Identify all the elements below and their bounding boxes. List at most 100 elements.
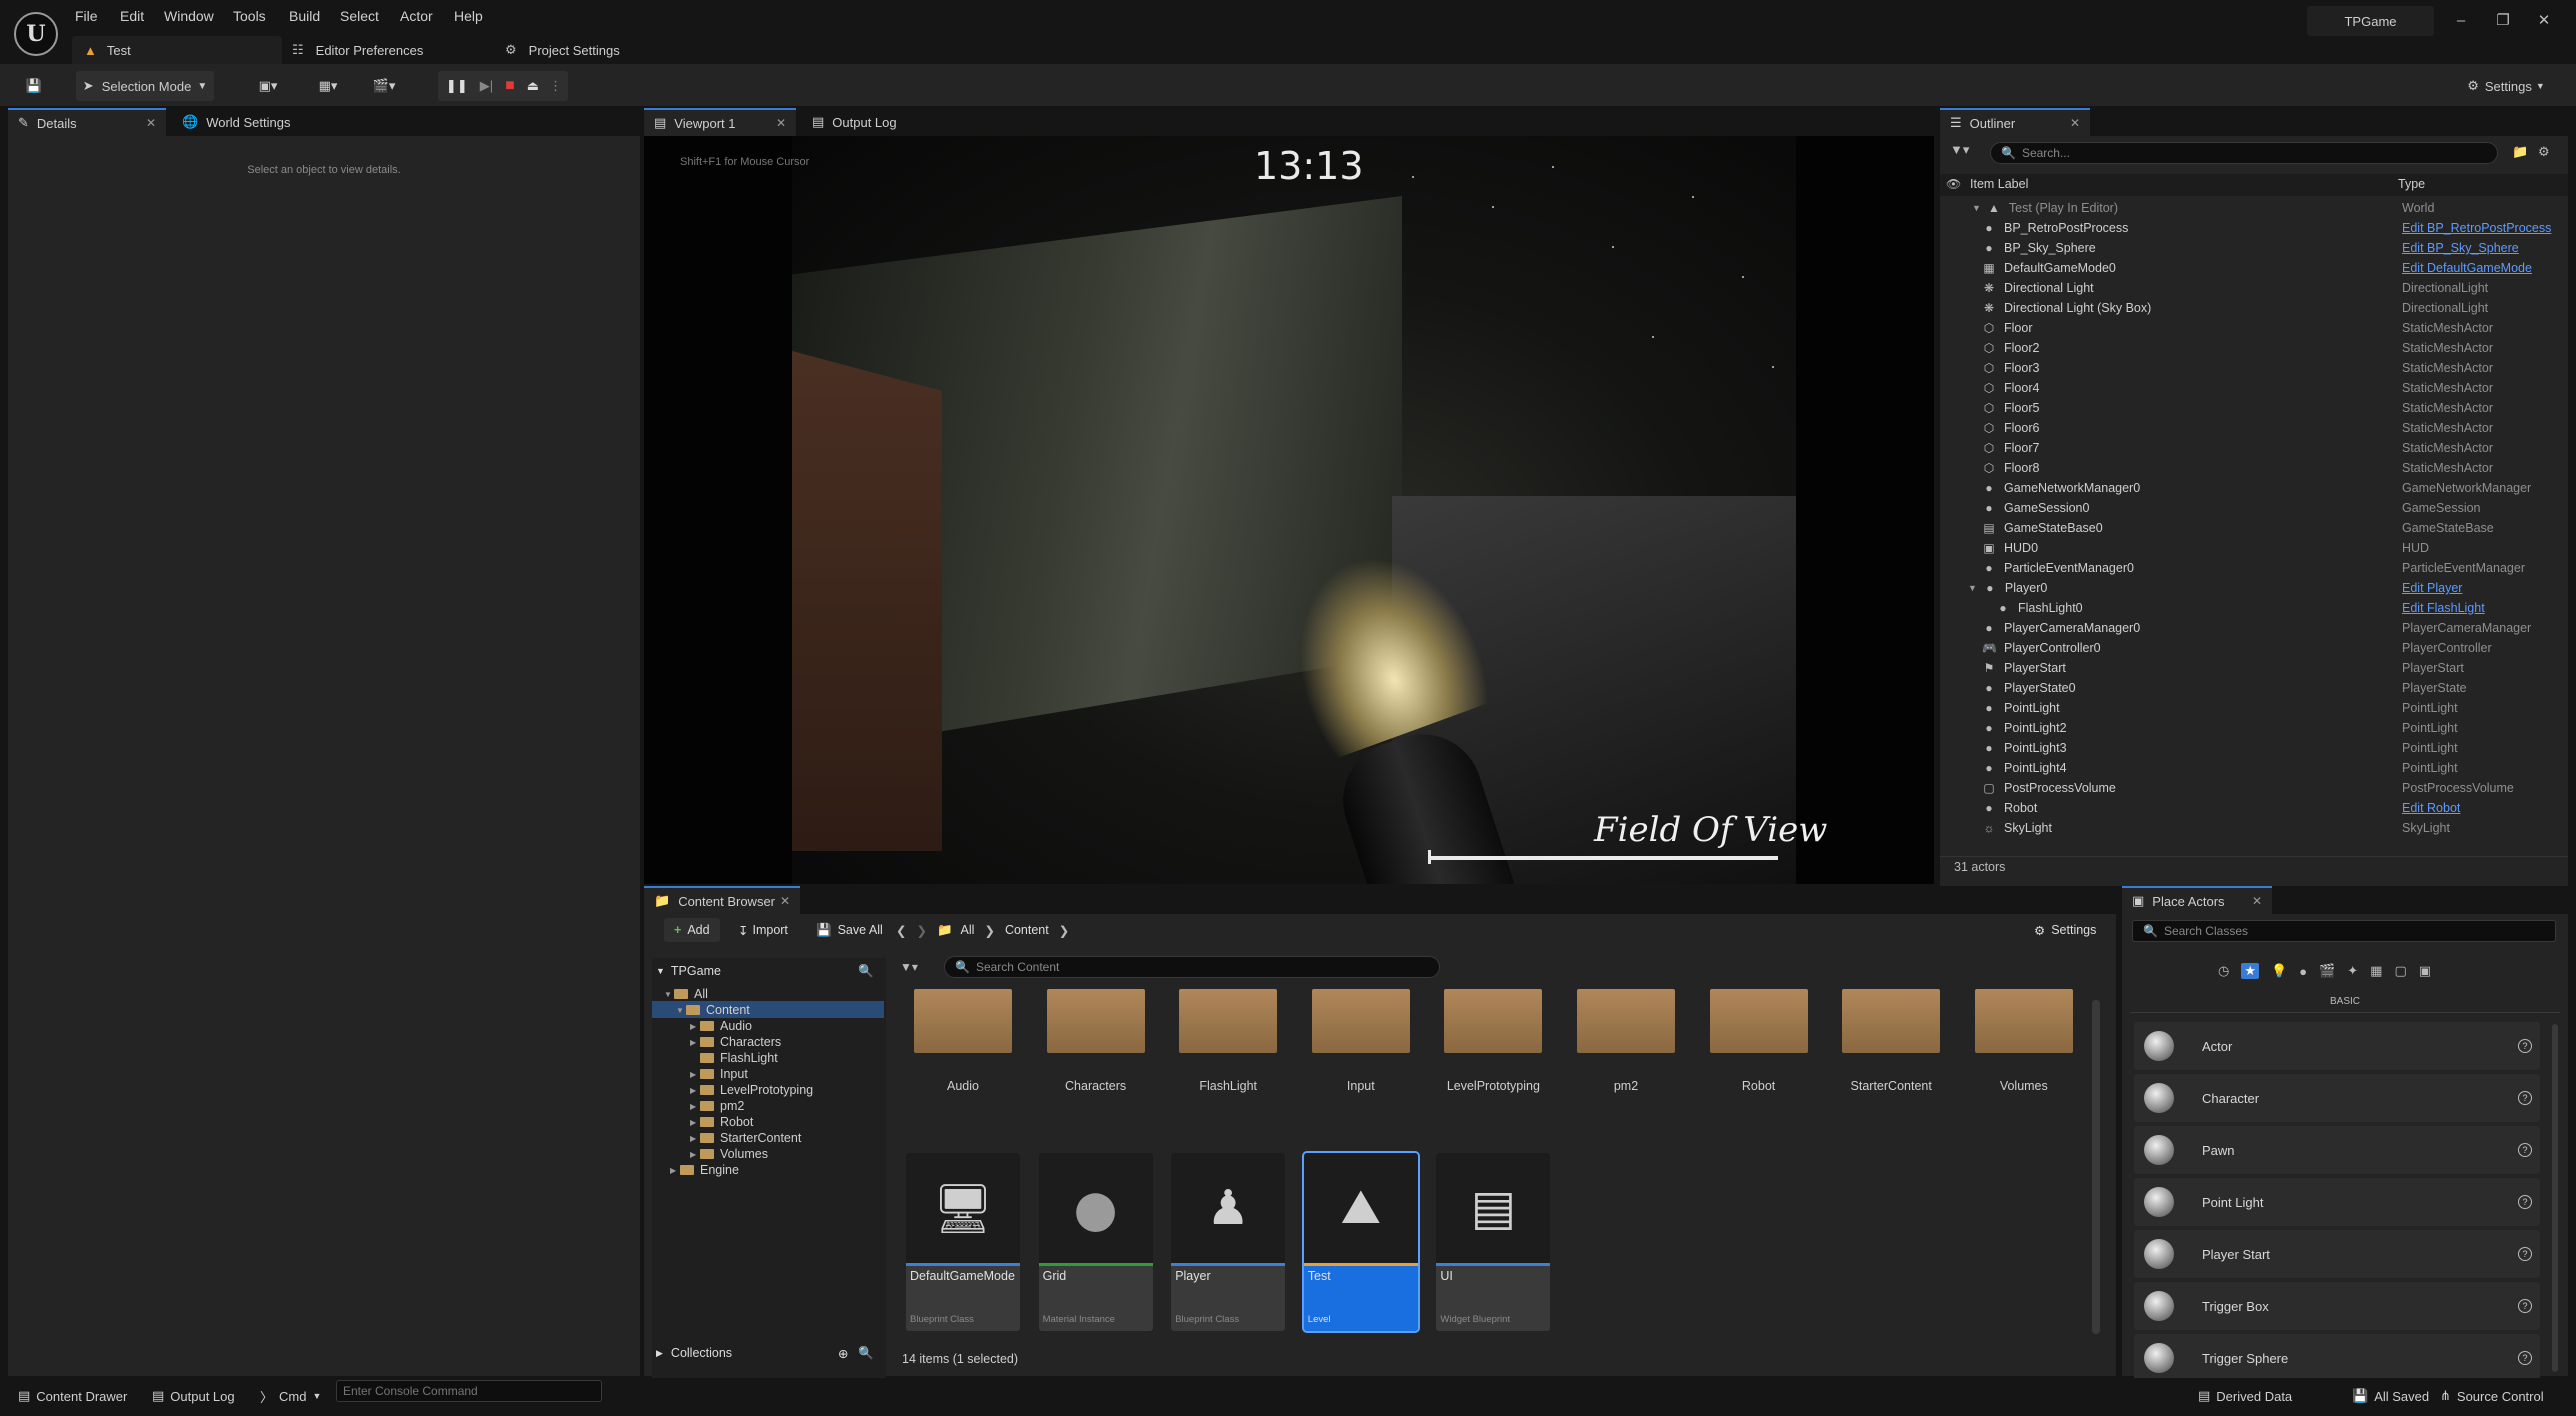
outliner-row[interactable]: ● PointLight4 PointLight bbox=[1948, 758, 2558, 778]
save-icon[interactable]: 💾 bbox=[20, 71, 48, 101]
eject-icon[interactable]: ⏏ bbox=[527, 78, 539, 94]
outliner-row[interactable]: ● PlayerCameraManager0 PlayerCameraManager bbox=[1948, 618, 2558, 638]
outliner-row[interactable]: ⬡ Floor StaticMeshActor bbox=[1948, 318, 2558, 338]
all-saved-button[interactable]: 💾 All Saved bbox=[2352, 1384, 2429, 1408]
outliner-row[interactable]: ⬡ Floor8 StaticMeshActor bbox=[1948, 458, 2558, 478]
menu-file[interactable]: File bbox=[75, 8, 98, 24]
filter-icon[interactable]: ▼▾ bbox=[1950, 142, 1969, 158]
close-tab-icon[interactable]: ✕ bbox=[146, 116, 156, 130]
asset-tile[interactable]: ● Grid Material Instance bbox=[1038, 1153, 1153, 1331]
cinematics-icon[interactable]: 🎬▾ bbox=[362, 71, 406, 101]
breadcrumb-content[interactable]: Content bbox=[1005, 923, 1049, 937]
place-actor-item[interactable]: Trigger Sphere? bbox=[2134, 1334, 2540, 1382]
cmd-dropdown[interactable]: 〉 Cmd ▼ bbox=[260, 1384, 321, 1408]
help-icon[interactable]: ? bbox=[2518, 1195, 2532, 1209]
place-actor-item[interactable]: Character? bbox=[2134, 1074, 2540, 1122]
stop-icon[interactable]: ■ bbox=[505, 77, 515, 95]
sources-root[interactable]: ▼ TPGame 🔍 bbox=[656, 962, 882, 980]
chevron-down-icon[interactable]: ▼ bbox=[1968, 583, 1977, 593]
outliner-row[interactable]: ⬡ Floor7 StaticMeshActor bbox=[1948, 438, 2558, 458]
chevron-icon[interactable]: ▶ bbox=[690, 1118, 700, 1127]
close-tab-icon[interactable]: ✕ bbox=[2070, 116, 2080, 130]
outliner-row[interactable]: ⚑ PlayerStart PlayerStart bbox=[1948, 658, 2558, 678]
outliner-row-type[interactable]: Edit Player bbox=[2402, 581, 2462, 595]
close-tab-icon[interactable]: ✕ bbox=[2252, 894, 2262, 908]
help-icon[interactable]: ? bbox=[2518, 1039, 2532, 1053]
chevron-icon[interactable]: ▶ bbox=[690, 1038, 700, 1047]
selection-mode-dropdown[interactable]: ➤ Selection Mode ▼ bbox=[76, 71, 214, 101]
chevron-icon[interactable]: ▼ bbox=[676, 1006, 686, 1015]
place-actor-item[interactable]: Actor? bbox=[2134, 1022, 2540, 1070]
outliner-row-type[interactable]: Edit BP_RetroPostProcess bbox=[2402, 221, 2551, 235]
tab-editor-preferences[interactable]: ☷ Editor Preferences bbox=[292, 36, 423, 64]
tab-content-browser[interactable]: 📁 Content Browser ✕ bbox=[644, 886, 800, 914]
search-icon[interactable]: 🔍 bbox=[858, 964, 874, 979]
source-control-button[interactable]: ⋔ Source Control bbox=[2440, 1384, 2544, 1408]
outliner-row[interactable]: ☼ SkyLight SkyLight bbox=[1948, 818, 2558, 838]
filter-icon[interactable]: ▼▾ bbox=[900, 960, 918, 974]
menu-window[interactable]: Window bbox=[164, 8, 214, 24]
tab-outliner[interactable]: ☰ Outliner ✕ bbox=[1940, 108, 2090, 136]
outliner-row[interactable]: ● PointLight3 PointLight bbox=[1948, 738, 2558, 758]
asset-scrollbar[interactable] bbox=[2092, 1000, 2100, 1334]
forward-icon[interactable]: ❯ bbox=[916, 923, 926, 938]
folder-tile[interactable] bbox=[914, 987, 1012, 1053]
column-item-label[interactable]: Item Label bbox=[1970, 177, 2028, 191]
tree-item[interactable]: ▼ Content bbox=[676, 1002, 750, 1018]
volumes-icon[interactable]: ▢ bbox=[2394, 963, 2406, 979]
cinematic-icon[interactable]: 🎬 bbox=[2319, 963, 2335, 979]
fov-slider-track[interactable] bbox=[1428, 856, 1778, 860]
asset-tile[interactable]: ♟ Player Blueprint Class bbox=[1171, 1153, 1286, 1331]
outliner-row[interactable]: ▤ GameStateBase0 GameStateBase bbox=[1948, 518, 2558, 538]
folder-tile[interactable] bbox=[1311, 987, 1410, 1053]
outliner-row[interactable]: ● ParticleEventManager0 ParticleEventManag… bbox=[1948, 558, 2558, 578]
outliner-row[interactable]: ● PointLight PointLight bbox=[1948, 698, 2558, 718]
place-actor-item[interactable]: Player Start? bbox=[2134, 1230, 2540, 1278]
geometry-icon[interactable]: ▦ bbox=[2370, 963, 2382, 979]
chevron-icon[interactable]: ▶ bbox=[690, 1086, 700, 1095]
menu-edit[interactable]: Edit bbox=[120, 8, 144, 24]
menu-help[interactable]: Help bbox=[454, 8, 483, 24]
outliner-row[interactable]: ● GameSession0 GameSession bbox=[1948, 498, 2558, 518]
folder-tile[interactable] bbox=[1444, 987, 1543, 1053]
help-icon[interactable]: ? bbox=[2518, 1091, 2532, 1105]
derived-data-button[interactable]: ▤ Derived Data bbox=[2198, 1384, 2292, 1408]
outliner-row[interactable]: ● GameNetworkManager0 GameNetworkManager bbox=[1948, 478, 2558, 498]
outliner-row-type[interactable]: Edit BP_Sky_Sphere bbox=[2402, 241, 2519, 255]
tree-item[interactable]: ▶ Characters bbox=[690, 1034, 781, 1050]
chevron-icon[interactable]: ▶ bbox=[690, 1150, 700, 1159]
search-icon[interactable]: 🔍 bbox=[858, 1346, 874, 1361]
tab-level-test[interactable]: ▲ Test bbox=[72, 36, 282, 64]
place-actor-item[interactable]: Pawn? bbox=[2134, 1126, 2540, 1174]
outliner-row[interactable]: ● BP_Sky_Sphere Edit BP_Sky_Sphere bbox=[1948, 238, 2558, 258]
place-actor-item[interactable]: Trigger Box? bbox=[2134, 1282, 2540, 1330]
breadcrumb-all[interactable]: All bbox=[961, 923, 975, 937]
outliner-row-type[interactable]: Edit FlashLight bbox=[2402, 601, 2485, 615]
tab-viewport-1[interactable]: ▤ Viewport 1 ✕ bbox=[644, 108, 796, 136]
collections-section[interactable]: ▶ Collections ⊕ 🔍 bbox=[656, 1344, 882, 1362]
outliner-row[interactable]: ● PointLight2 PointLight bbox=[1948, 718, 2558, 738]
chevron-icon[interactable]: ▶ bbox=[670, 1166, 680, 1175]
menu-tools[interactable]: Tools bbox=[233, 8, 266, 24]
asset-tile[interactable]: ▤ UI Widget Blueprint bbox=[1436, 1153, 1551, 1331]
new-folder-icon[interactable]: 📁 bbox=[2512, 144, 2528, 160]
outliner-row-world[interactable]: ▼ ▲ Test (Play In Editor) World bbox=[1948, 198, 2558, 218]
menu-select[interactable]: Select bbox=[340, 8, 379, 24]
folder-tile[interactable] bbox=[1842, 987, 1941, 1053]
tree-item[interactable]: ▶ Input bbox=[690, 1066, 748, 1082]
tab-details[interactable]: ✎ Details ✕ bbox=[8, 108, 166, 136]
chevron-icon[interactable]: ▼ bbox=[664, 990, 674, 999]
outliner-row[interactable]: ⬡ Floor3 StaticMeshActor bbox=[1948, 358, 2558, 378]
outliner-search-input[interactable]: 🔍 Search... bbox=[1990, 142, 2498, 164]
outliner-row[interactable]: ● BP_RetroPostProcess Edit BP_RetroPostPro… bbox=[1948, 218, 2558, 238]
step-frame-icon[interactable]: ▶| bbox=[480, 78, 493, 94]
tree-item[interactable]: ▼ All bbox=[664, 986, 708, 1002]
asset-tile[interactable]: ⛰ Test Level bbox=[1301, 1151, 1420, 1333]
outliner-row[interactable]: ⬡ Floor2 StaticMeshActor bbox=[1948, 338, 2558, 358]
class-search-input[interactable]: 🔍 Search Classes bbox=[2132, 920, 2556, 942]
tab-project-settings[interactable]: ⚙ Project Settings bbox=[505, 36, 620, 64]
outliner-row[interactable]: ● FlashLight0 Edit FlashLight bbox=[1948, 598, 2558, 618]
basic-icon[interactable]: ★ bbox=[2241, 963, 2259, 979]
tab-output-log[interactable]: ▤ Output Log bbox=[802, 108, 942, 136]
help-icon[interactable]: ? bbox=[2518, 1299, 2532, 1313]
